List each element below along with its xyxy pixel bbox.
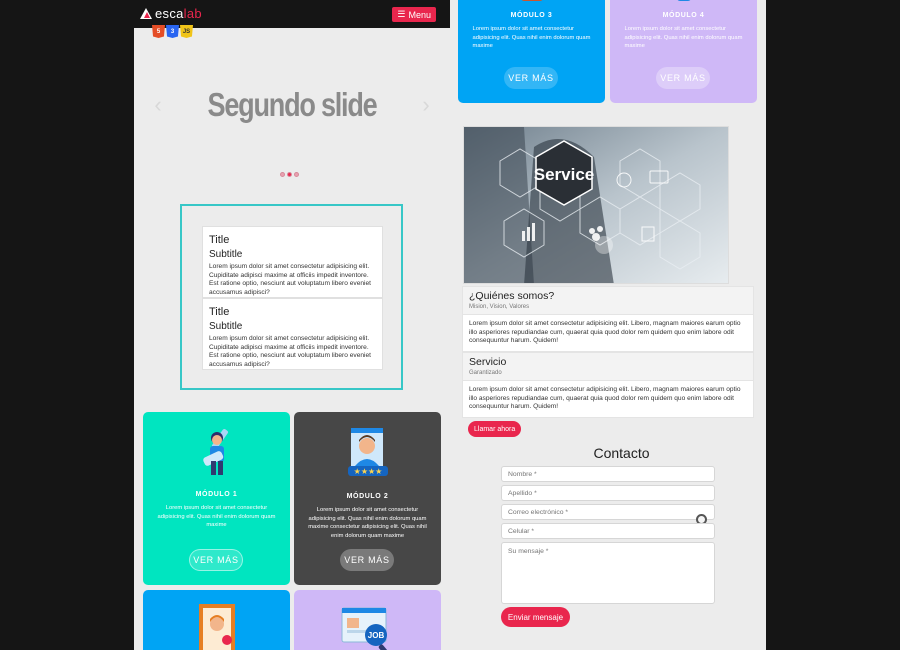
card-text: Lorem ipsum dolor sit amet consectetur a…: [209, 263, 372, 296]
carousel-next-icon[interactable]: ›: [419, 92, 433, 118]
service-hexagon-icon: Service: [464, 127, 728, 283]
hamburger-icon: ☰: [397, 9, 406, 19]
card: Title Subtitle Lorem ipsum dolor sit ame…: [202, 298, 383, 370]
logo[interactable]: escalab: [140, 6, 202, 21]
support-illustration-icon: [202, 429, 228, 475]
module-text: Lorem ipsum dolor sit amet consectetur a…: [624, 26, 743, 50]
about-text: Lorem ipsum dolor sit amet consectetur a…: [462, 315, 754, 352]
slide-title: Segundo slide: [207, 86, 378, 123]
carousel: ‹ Segundo slide ›: [134, 28, 450, 188]
page: escalab ☰ Menu 5 3 JS ‹ Segundo slide › …: [134, 0, 766, 650]
module-title: MÓDULO 1: [195, 491, 238, 498]
card-group: Title Subtitle Lorem ipsum dolor sit ame…: [180, 204, 403, 390]
ver-mas-button[interactable]: VER MÁS: [656, 67, 710, 89]
ver-mas-button[interactable]: VER MÁS: [340, 549, 394, 571]
card-title: Title: [209, 306, 230, 318]
html5-icon: 5: [152, 25, 165, 38]
carousel-dot[interactable]: [280, 172, 285, 177]
module-title: MÓDULO 4: [662, 12, 705, 19]
module-title: MÓDULO 2: [346, 493, 389, 500]
card-subtitle: Subtitle: [209, 321, 243, 332]
module-title: MÓDULO 3: [510, 12, 553, 19]
about-list: ¿Quiénes somos? Mision, Vision, Valores …: [462, 286, 754, 418]
module-4: MÓDULO 4 Lorem ipsum dolor sit amet cons…: [610, 0, 757, 103]
logo-icon: [140, 8, 152, 19]
service-image: Service: [463, 126, 729, 284]
logo-text: escalab: [155, 6, 202, 21]
svg-text:★★★★: ★★★★: [353, 467, 382, 476]
about-subheading: Mision, Vision, Valores: [469, 304, 530, 310]
service-header: Servicio Garantizado: [462, 352, 754, 381]
contact-title: Contacto: [593, 445, 650, 461]
module-text: Lorem ipsum dolor sit amet consectetur a…: [472, 26, 591, 50]
about-heading: ¿Quiénes somos?: [469, 290, 555, 302]
module-3-illustration-icon: [520, 0, 543, 1]
email-field[interactable]: [501, 504, 715, 520]
module-text: Lorem ipsum dolor sit amet consectetur a…: [157, 505, 276, 529]
service-heading: Servicio: [469, 356, 507, 368]
card-subtitle: Subtitle: [209, 249, 243, 260]
navbar: escalab ☰ Menu: [134, 0, 450, 28]
module-text: Lorem ipsum dolor sit amet consectetur a…: [308, 507, 427, 539]
module-6: JOB: [294, 590, 441, 650]
css3-icon: 3: [166, 25, 179, 38]
send-message-button[interactable]: Enviar mensaje: [501, 607, 570, 627]
module-5: [143, 590, 290, 650]
module-3: MÓDULO 3 Lorem ipsum dolor sit amet cons…: [458, 0, 605, 103]
carousel-dot[interactable]: [294, 172, 299, 177]
carousel-indicators: [280, 172, 299, 177]
menu-button[interactable]: ☰ Menu: [392, 7, 436, 22]
name-field[interactable]: [501, 466, 715, 482]
profile-card-illustration-icon: [198, 604, 235, 650]
module-2: ★★★★ MÓDULO 2 Lorem ipsum dolor sit amet…: [294, 412, 441, 585]
surname-field[interactable]: [501, 485, 715, 501]
ver-mas-button[interactable]: VER MÁS: [504, 67, 558, 89]
service-text: Lorem ipsum dolor sit amet consectetur a…: [462, 381, 754, 418]
job-badge-label: JOB: [367, 631, 384, 640]
service-image-label: Service: [534, 165, 595, 184]
phone-field[interactable]: [501, 523, 715, 539]
module-1: MÓDULO 1 Lorem ipsum dolor sit amet cons…: [143, 412, 290, 585]
service-subheading: Garantizado: [469, 370, 502, 376]
card-title: Title: [209, 234, 230, 246]
carousel-dot-active[interactable]: [287, 172, 292, 177]
user-profile-illustration-icon: ★★★★: [347, 428, 388, 476]
javascript-icon: JS: [180, 25, 193, 38]
menu-button-label: Menu: [408, 9, 431, 20]
card-text: Lorem ipsum dolor sit amet consectetur a…: [209, 335, 372, 368]
job-search-illustration-icon: JOB: [341, 607, 390, 650]
call-now-button[interactable]: Llamar ahora: [468, 421, 522, 437]
tech-badges: 5 3 JS: [152, 25, 193, 38]
ver-mas-button[interactable]: VER MÁS: [189, 549, 243, 571]
about-header: ¿Quiénes somos? Mision, Vision, Valores: [462, 286, 754, 315]
message-field[interactable]: [501, 542, 715, 604]
module-4-illustration-icon: [676, 0, 691, 1]
card: Title Subtitle Lorem ipsum dolor sit ame…: [202, 226, 383, 298]
